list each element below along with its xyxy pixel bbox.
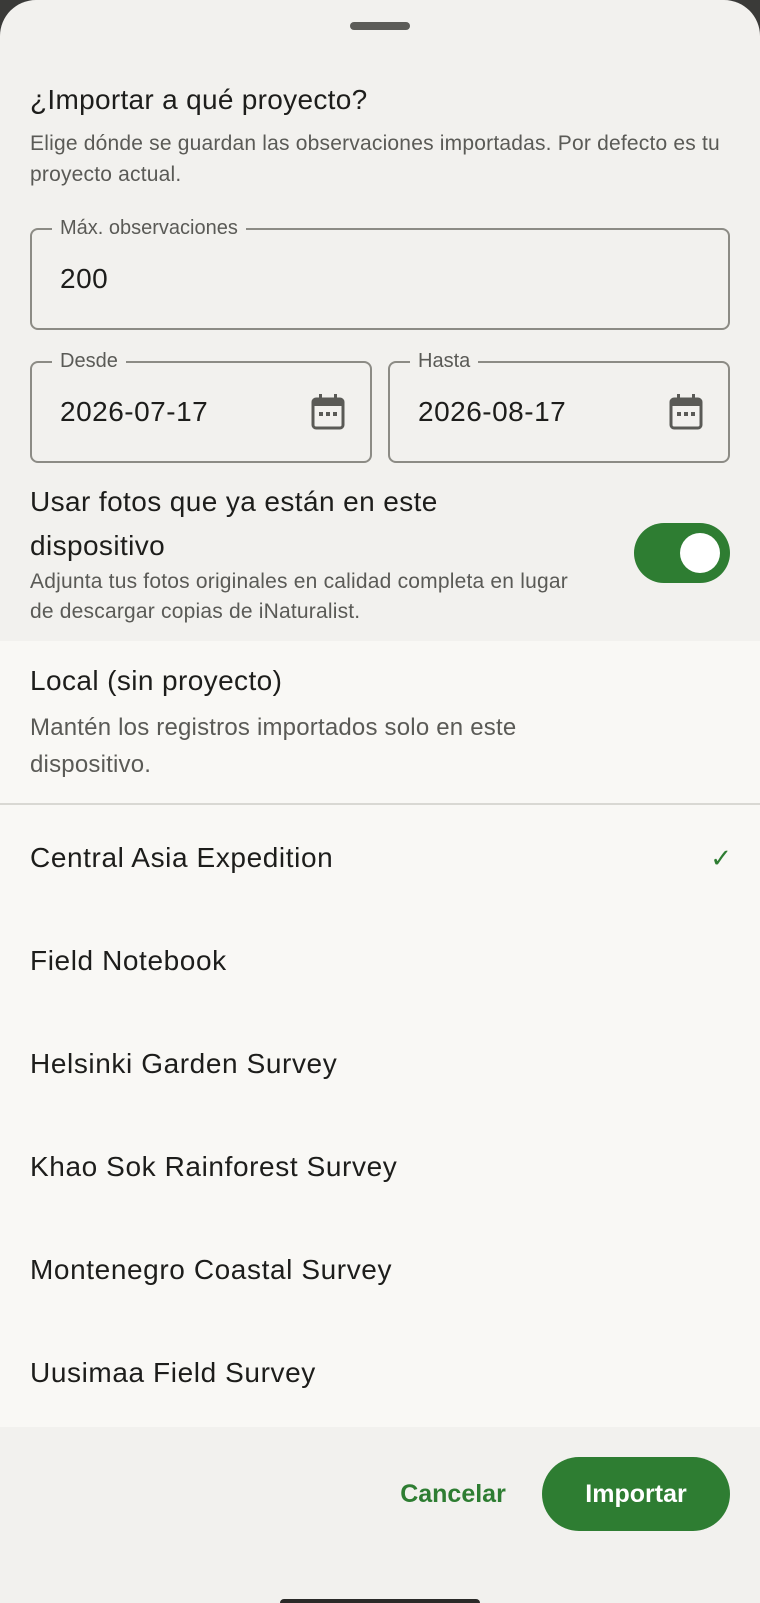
max-observations-field[interactable]: Máx. observaciones 200 [30, 216, 730, 330]
import-button[interactable]: Importar [542, 1457, 730, 1531]
project-name: Central Asia Expedition [30, 842, 334, 873]
list-item-project[interactable]: Uusimaa Field Survey [0, 1321, 760, 1425]
project-name: Khao Sok Rainforest Survey [30, 1151, 398, 1182]
max-observations-value[interactable]: 200 [60, 230, 108, 328]
list-item-project[interactable]: Central Asia Expedition ✓ [0, 806, 760, 910]
switch-knob [680, 533, 720, 573]
use-device-photos-label: Usar fotos que ya están en este disposit… [30, 486, 438, 561]
project-name: Montenegro Coastal Survey [30, 1254, 393, 1285]
from-date-field[interactable]: Desde 2026-07-17 [30, 349, 372, 463]
home-indicator [280, 1599, 480, 1603]
action-bar: Cancelar Importar [0, 1427, 760, 1603]
sheet-title: ¿Importar a qué proyecto? [30, 84, 368, 115]
list-item-project[interactable]: Montenegro Coastal Survey [0, 1218, 760, 1322]
calendar-icon[interactable] [668, 393, 704, 431]
sheet-subtitle: Elige dónde se guardan las observaciones… [30, 132, 720, 186]
list-item-project[interactable]: Field Notebook [0, 909, 760, 1013]
project-name: Field Notebook [30, 945, 227, 976]
list-item-project[interactable]: Helsinki Garden Survey [0, 1012, 760, 1116]
import-bottom-sheet: ¿Importar a qué proyecto? Elige dónde se… [0, 0, 760, 1603]
to-date-value[interactable]: 2026-08-17 [418, 363, 566, 461]
project-list: Local (sin proyecto) Mantén los registro… [0, 641, 760, 1427]
project-name: Uusimaa Field Survey [30, 1357, 316, 1388]
cancel-button[interactable]: Cancelar [386, 1457, 520, 1531]
drag-handle[interactable] [350, 22, 410, 30]
list-item-local[interactable]: Local (sin proyecto) Mantén los registro… [0, 641, 760, 805]
project-name: Helsinki Garden Survey [30, 1048, 338, 1079]
local-option-description: Mantén los registros importados solo en … [30, 714, 517, 778]
calendar-icon[interactable] [310, 393, 346, 431]
list-item-project[interactable]: Khao Sok Rainforest Survey [0, 1115, 760, 1219]
use-device-photos-switch[interactable] [634, 523, 730, 583]
check-icon: ✓ [710, 842, 732, 873]
to-date-field[interactable]: Hasta 2026-08-17 [388, 349, 730, 463]
from-date-value[interactable]: 2026-07-17 [60, 363, 208, 461]
local-option-title: Local (sin proyecto) [30, 665, 283, 696]
use-device-photos-description: Adjunta tus fotos originales en calidad … [30, 570, 568, 623]
